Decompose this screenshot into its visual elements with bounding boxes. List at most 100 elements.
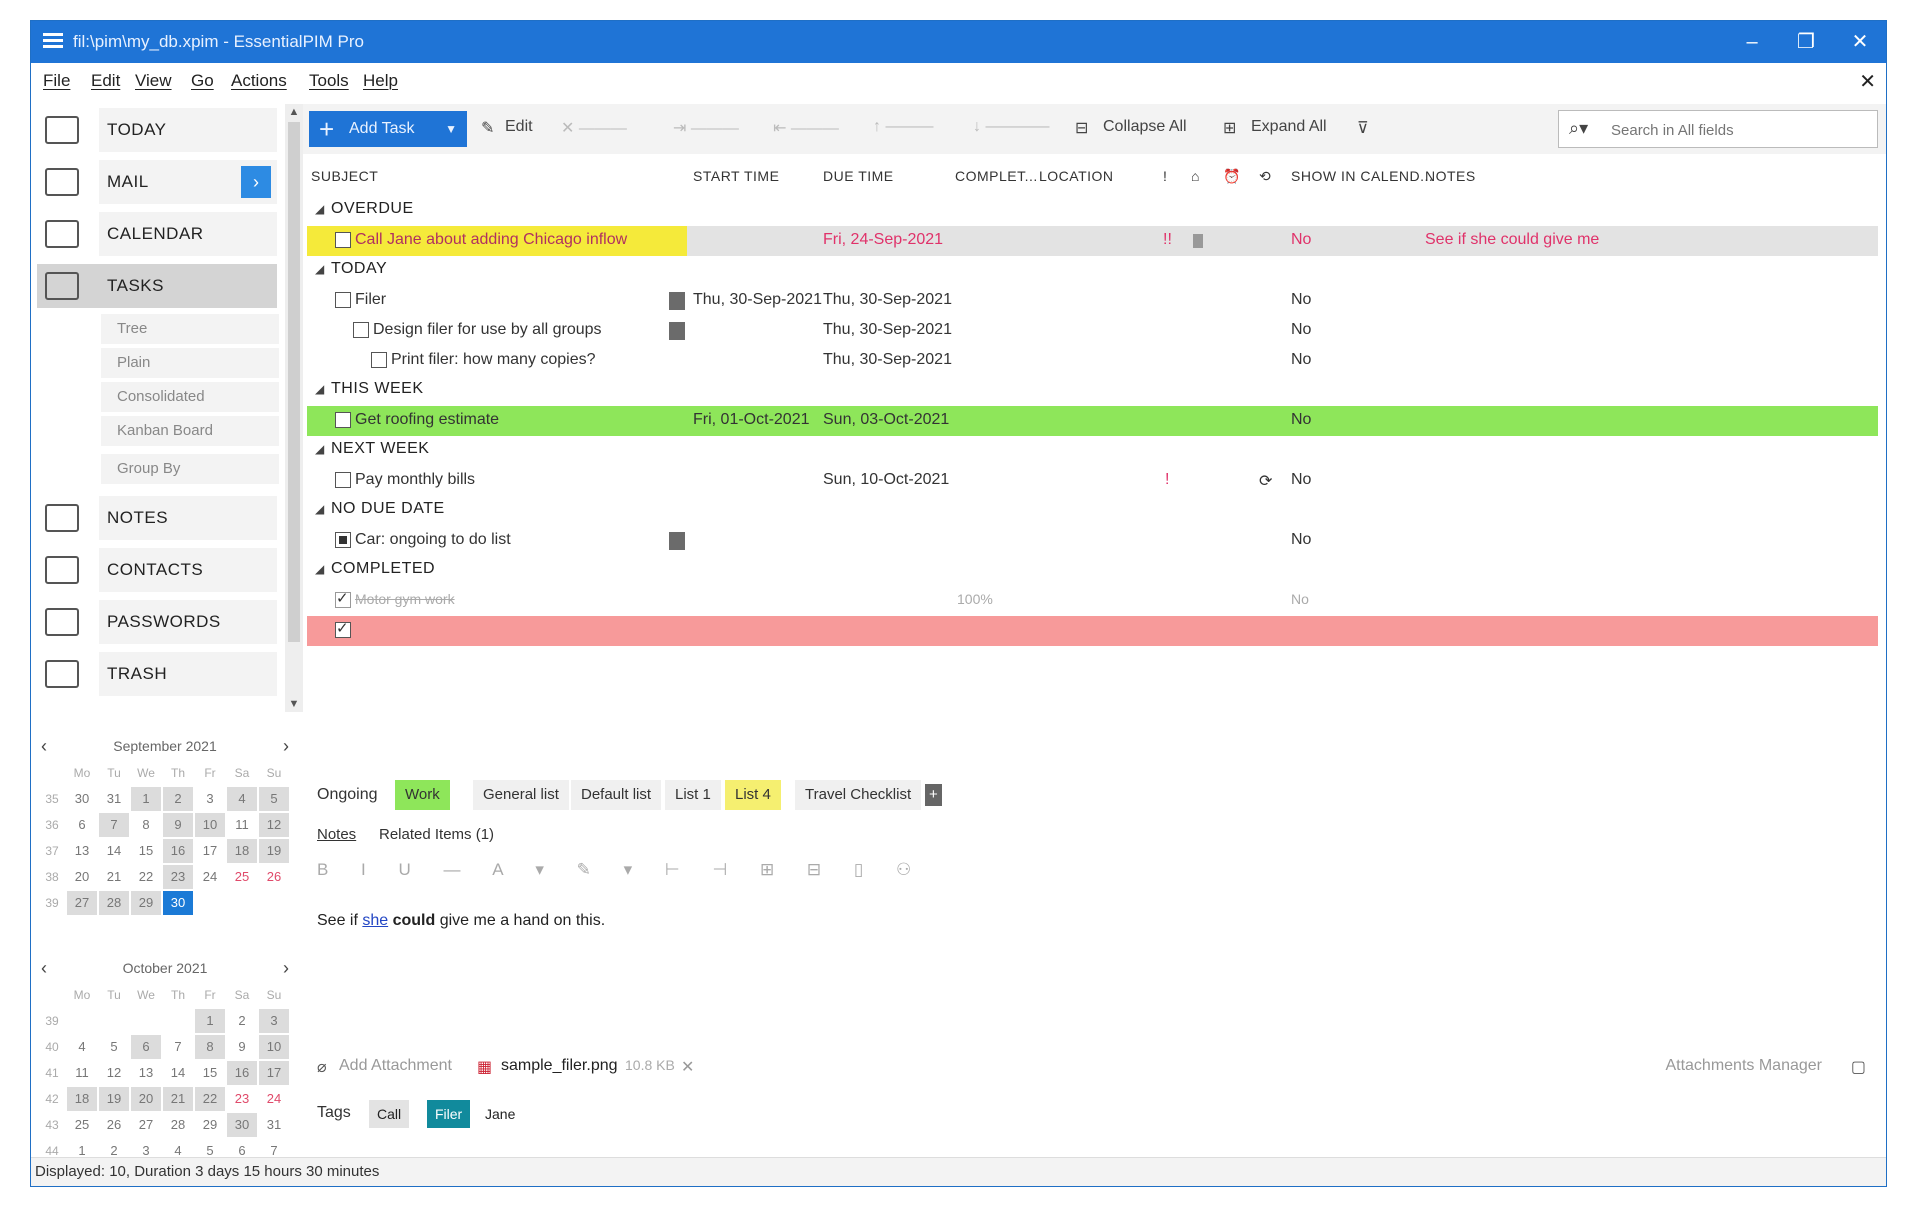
tab-related-items[interactable]: Related Items (1) — [379, 826, 494, 843]
collapse-triangle-icon[interactable]: ◢ — [315, 442, 325, 456]
menu-view[interactable]: View — [135, 71, 172, 91]
nav-mail[interactable]: MAIL › — [37, 160, 277, 204]
attachments-window-icon[interactable]: ▢ — [1851, 1057, 1866, 1077]
col-reminder-icon[interactable]: ⏰ — [1223, 168, 1241, 185]
calendar-day[interactable]: 17 — [195, 839, 225, 863]
tab-list-1[interactable]: List 1 — [665, 780, 721, 810]
calendar-day[interactable]: 7 — [163, 1035, 193, 1059]
add-list-icon[interactable]: + — [925, 784, 942, 806]
col-completed[interactable]: COMPLET... — [955, 168, 1038, 184]
calendar-day[interactable]: 8 — [195, 1035, 225, 1059]
task-checkbox[interactable] — [335, 532, 351, 548]
calendar-day[interactable]: 6 — [131, 1035, 161, 1059]
calendar-day[interactable]: 15 — [195, 1061, 225, 1085]
edit-button[interactable]: Edit — [505, 118, 533, 136]
calendar-day[interactable]: 18 — [227, 839, 257, 863]
task-row[interactable]: Call Jane about adding Chicago inflow Fr… — [307, 226, 1878, 256]
col-recurrence-icon[interactable]: ⟲ — [1259, 168, 1271, 185]
nav-contacts[interactable]: CONTACTS — [37, 548, 277, 592]
maximize-button[interactable]: ❐ — [1782, 27, 1830, 57]
calendar-day[interactable]: 23 — [163, 865, 193, 889]
calendar-day[interactable]: 29 — [195, 1113, 225, 1137]
nav-trash[interactable]: TRASH — [37, 652, 277, 696]
calendar-day[interactable]: 28 — [99, 891, 129, 915]
calendar-day[interactable]: 18 — [67, 1087, 97, 1111]
calendar-day[interactable]: 27 — [131, 1113, 161, 1137]
calendar-day[interactable]: 30 — [163, 891, 193, 915]
calendar-day[interactable]: 5 — [99, 1035, 129, 1059]
move-up-icon[interactable]: ↑ ——— — [873, 118, 933, 136]
task-row[interactable]: Print filer: how many copies? Thu, 30-Se… — [307, 346, 1878, 376]
minimize-button[interactable]: – — [1728, 27, 1776, 57]
calendar-day[interactable]: 10 — [195, 813, 225, 837]
menu-file[interactable]: File — [43, 71, 70, 91]
prev-month-icon[interactable]: ‹ — [41, 733, 47, 759]
tab-default-list[interactable]: Default list — [571, 780, 662, 810]
group-today[interactable]: ◢ TODAY — [303, 256, 1886, 286]
tab-general-list[interactable]: General list — [473, 780, 569, 810]
calendar-day[interactable]: 13 — [131, 1061, 161, 1085]
expand-all-icon[interactable]: ⊞ — [1223, 118, 1236, 138]
calendar-day[interactable]: 12 — [99, 1061, 129, 1085]
col-due-time[interactable]: DUE TIME — [823, 168, 894, 184]
menu-help[interactable]: Help — [363, 71, 398, 91]
calendar-day[interactable]: 4 — [67, 1035, 97, 1059]
calendar-day[interactable]: 11 — [227, 813, 257, 837]
calendar-day[interactable]: 26 — [259, 865, 289, 889]
next-month-icon[interactable]: › — [283, 955, 289, 981]
group-no-due-date[interactable]: ◢ NO DUE DATE — [303, 496, 1886, 526]
close-db-icon[interactable]: ✕ — [1859, 69, 1876, 94]
task-view-plain[interactable]: Plain — [101, 348, 279, 378]
calendar-day[interactable]: 4 — [227, 787, 257, 811]
collapse-all-button[interactable]: Collapse All — [1103, 118, 1187, 136]
col-priority[interactable]: ! — [1163, 168, 1167, 184]
nav-tasks[interactable]: TASKS — [37, 264, 277, 308]
col-notes[interactable]: NOTES — [1425, 168, 1476, 184]
nav-scrollbar[interactable]: ▲ ▼ — [285, 104, 303, 712]
remove-attachment-icon[interactable]: ✕ — [681, 1057, 694, 1077]
prev-month-icon[interactable]: ‹ — [41, 955, 47, 981]
task-checkbox[interactable] — [371, 352, 387, 368]
calendar-day[interactable]: 17 — [259, 1061, 289, 1085]
task-view-group-by[interactable]: Group By — [101, 454, 279, 484]
calendar-day[interactable]: 31 — [259, 1113, 289, 1137]
task-checkbox[interactable] — [335, 472, 351, 488]
calendar-day[interactable]: 11 — [67, 1061, 97, 1085]
tag-jane[interactable]: Jane — [477, 1100, 524, 1128]
search-box[interactable]: ⌕▾ — [1558, 110, 1878, 148]
calendar-day[interactable]: 27 — [67, 891, 97, 915]
group-overdue[interactable]: ◢ OVERDUE — [303, 196, 1886, 226]
note-link[interactable]: she — [362, 912, 388, 929]
calendar-day[interactable]: 23 — [227, 1087, 257, 1111]
calendar-day[interactable]: 1 — [195, 1009, 225, 1033]
calendar-day[interactable]: 14 — [163, 1061, 193, 1085]
attachment-file-name[interactable]: sample_filer.png — [501, 1057, 618, 1075]
calendar-day[interactable]: 15 — [131, 839, 161, 863]
calendar-day[interactable]: 22 — [131, 865, 161, 889]
calendar-day[interactable]: 24 — [259, 1087, 289, 1111]
mail-expand-button[interactable]: › — [241, 166, 271, 198]
calendar-day[interactable]: 16 — [163, 839, 193, 863]
collapse-triangle-icon[interactable]: ◢ — [315, 262, 325, 276]
task-checkbox[interactable] — [353, 322, 369, 338]
nav-scroll-thumb[interactable] — [288, 122, 300, 642]
indent-icon[interactable]: ⇥ ——— — [673, 118, 739, 138]
task-row[interactable]: Motor gym work 100% No — [307, 586, 1878, 616]
calendar-day[interactable]: 10 — [259, 1035, 289, 1059]
collapse-triangle-icon[interactable]: ◢ — [315, 562, 325, 576]
search-input[interactable] — [1609, 117, 1863, 143]
nav-notes[interactable]: NOTES — [37, 496, 277, 540]
edit-icon[interactable]: ✎ — [481, 118, 494, 138]
calendar-day[interactable]: 3 — [259, 1009, 289, 1033]
paperclip-icon[interactable]: ⌀ — [317, 1057, 327, 1077]
calendar-day[interactable]: 8 — [131, 813, 161, 837]
calendar-day[interactable]: 19 — [259, 839, 289, 863]
calendar-day[interactable]: 3 — [195, 787, 225, 811]
tab-notes[interactable]: Notes — [317, 826, 356, 843]
task-view-kanban[interactable]: Kanban Board — [101, 416, 279, 446]
group-this-week[interactable]: ◢ THIS WEEK — [303, 376, 1886, 406]
tab-work[interactable]: Work — [395, 780, 450, 810]
collapse-triangle-icon[interactable]: ◢ — [315, 382, 325, 396]
calendar-day[interactable]: 1 — [131, 787, 161, 811]
task-checkbox[interactable] — [335, 589, 351, 608]
